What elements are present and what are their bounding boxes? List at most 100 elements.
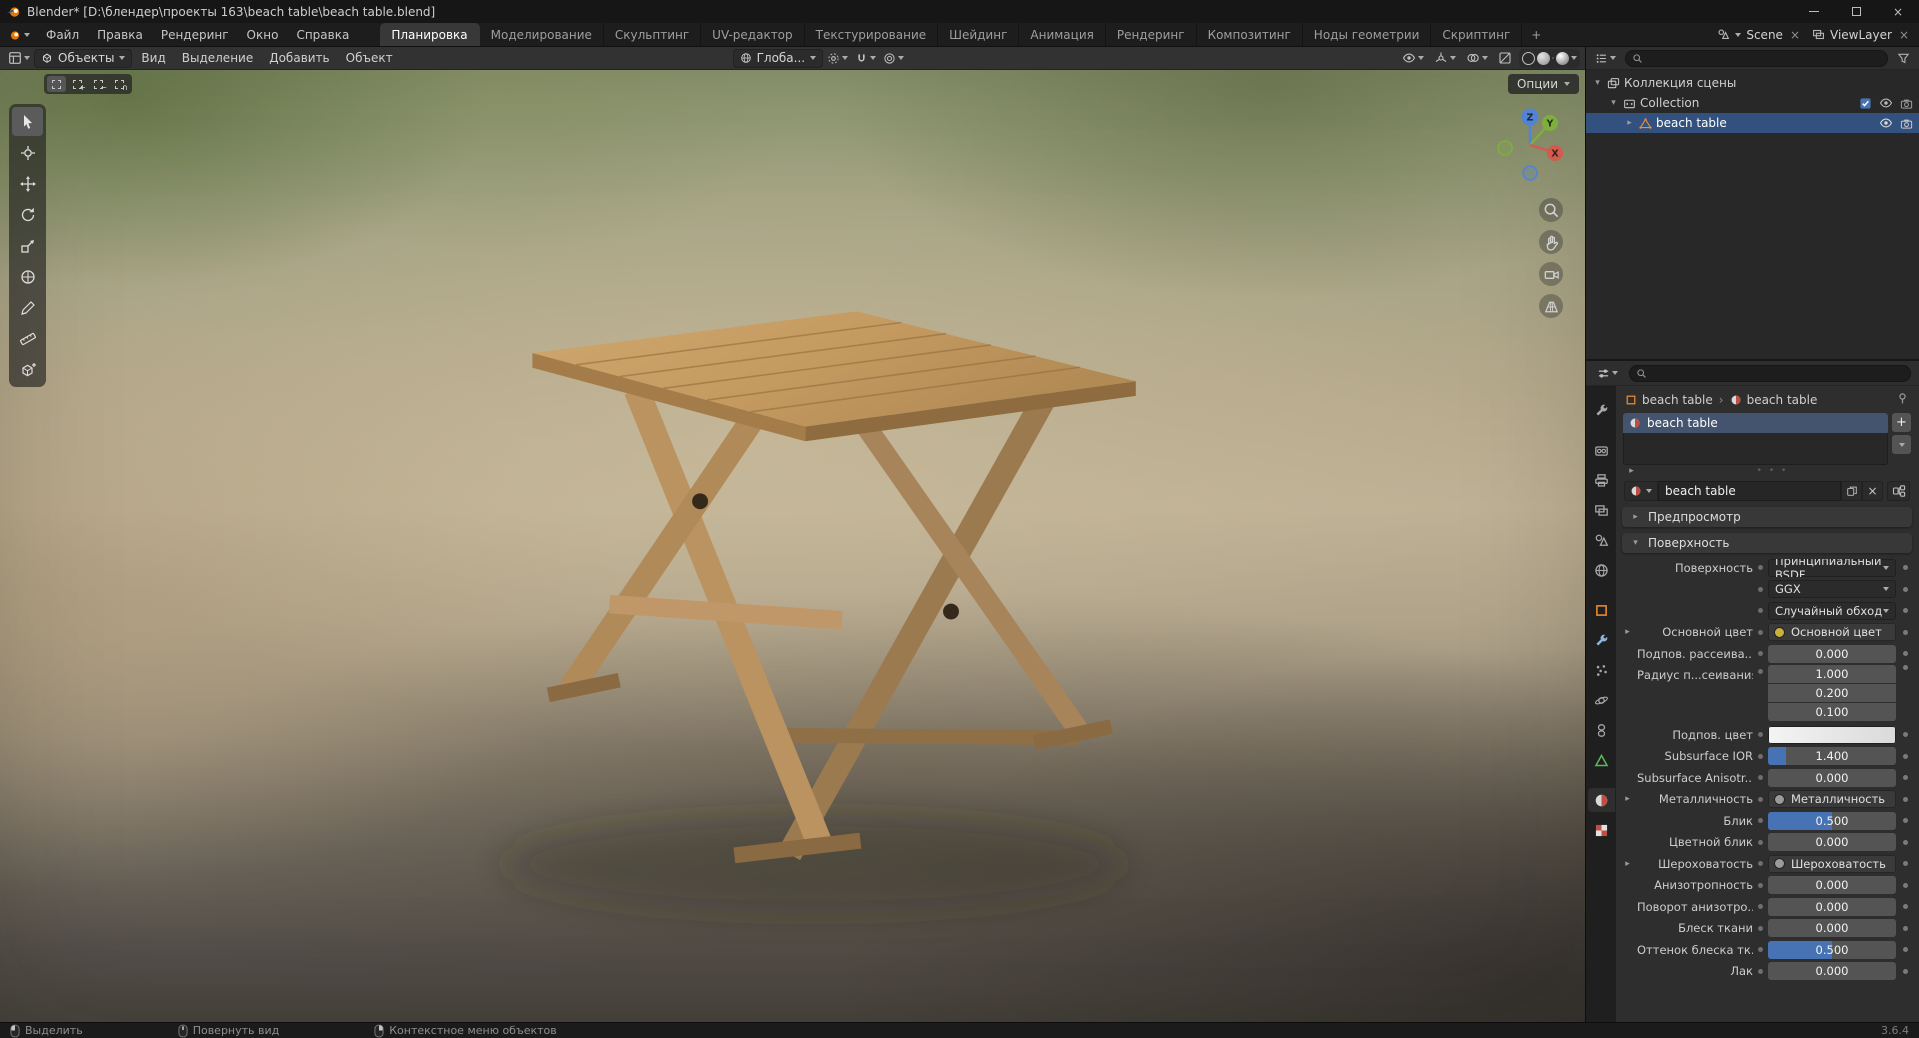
add-slot-button[interactable]: + <box>1892 413 1911 432</box>
expander-icon[interactable]: ▾ <box>1592 78 1603 88</box>
animate-decorator-icon[interactable] <box>1900 775 1910 780</box>
panel-surface[interactable]: ▾ Поверхность <box>1622 533 1912 553</box>
unlink-material-button[interactable]: × <box>1862 481 1883 501</box>
tool-add-cube[interactable] <box>12 355 43 384</box>
tool-transform[interactable] <box>12 262 43 291</box>
animate-decorator-icon[interactable] <box>1900 630 1910 635</box>
viewport-menu-0[interactable]: Вид <box>133 51 173 65</box>
tool-rotate[interactable] <box>12 200 43 229</box>
snap-button[interactable] <box>852 49 879 68</box>
number-field[interactable]: 0.000 <box>1768 876 1896 894</box>
outliner-filter-button[interactable] <box>1894 49 1913 68</box>
color-swatch[interactable] <box>1768 725 1896 744</box>
scene-selector[interactable]: Scene × <box>1717 28 1802 42</box>
tool-cursor[interactable] <box>12 138 43 167</box>
select-mode-new-button[interactable] <box>47 76 66 92</box>
properties-tab-physics[interactable] <box>1588 688 1615 712</box>
workspace-tab-0[interactable]: Планировка <box>380 23 480 46</box>
select-mode-invert-button[interactable]: ∩ <box>110 76 129 92</box>
viewport-menu-2[interactable]: Добавить <box>261 51 337 65</box>
beach-table-model[interactable] <box>0 70 1585 1022</box>
properties-tab-particles[interactable] <box>1588 658 1615 682</box>
tool-measure[interactable] <box>12 324 43 353</box>
eye-icon[interactable] <box>1879 96 1893 110</box>
properties-tab-data[interactable] <box>1588 748 1615 772</box>
socket-field[interactable]: Металличность <box>1768 790 1896 808</box>
properties-tab-material[interactable] <box>1587 788 1615 812</box>
viewport-menu-1[interactable]: Выделение <box>174 51 261 65</box>
tool-annotate[interactable] <box>12 293 43 322</box>
properties-tab-scene[interactable] <box>1588 528 1615 552</box>
expander-icon[interactable]: ▸ <box>1622 794 1633 804</box>
number-field[interactable]: 0.100 <box>1768 703 1896 721</box>
visibility-dropdown[interactable] <box>1399 49 1427 68</box>
animate-decorator-icon[interactable] <box>1900 926 1910 931</box>
properties-tab-constraints[interactable] <box>1588 718 1615 742</box>
animate-decorator-icon[interactable] <box>1900 904 1910 909</box>
select-mode-extend-button[interactable]: + <box>68 76 87 92</box>
number-field[interactable]: 0.000 <box>1768 962 1896 980</box>
outliner-editor-type-button[interactable] <box>1592 49 1619 68</box>
properties-tab-view-layer[interactable] <box>1588 498 1615 522</box>
app-menu-3[interactable]: Окно <box>238 23 288 46</box>
animate-decorator-icon[interactable] <box>1900 587 1910 592</box>
app-menu-0[interactable]: Файл <box>37 23 88 46</box>
animate-decorator-icon[interactable] <box>1900 565 1910 570</box>
expander-icon[interactable]: ▸ <box>1622 627 1633 637</box>
editor-type-button[interactable] <box>5 49 33 68</box>
slot-specials-button[interactable] <box>1892 435 1911 454</box>
shading-rendered-button[interactable] <box>1556 51 1569 65</box>
animate-decorator-icon[interactable] <box>1900 608 1910 613</box>
workspace-tab-5[interactable]: Шейдинг <box>938 23 1020 46</box>
number-field[interactable]: 0.000 <box>1768 919 1896 937</box>
gizmo-y-neg-axis[interactable] <box>1497 140 1513 156</box>
workspace-tab-8[interactable]: Композитинг <box>1197 23 1303 46</box>
animate-decorator-icon[interactable] <box>1900 840 1910 845</box>
properties-tab-output[interactable] <box>1588 468 1615 492</box>
slider-field[interactable]: 0.500 <box>1768 940 1896 959</box>
maximize-button[interactable] <box>1835 0 1877 23</box>
camera-icon[interactable] <box>1900 117 1913 130</box>
number-field[interactable]: 0.200 <box>1768 684 1896 702</box>
workspace-tab-2[interactable]: Скульптинг <box>604 23 702 46</box>
add-workspace-button[interactable]: + <box>1522 23 1550 46</box>
animate-decorator-icon[interactable] <box>1900 651 1910 656</box>
material-slot-list[interactable]: beach table <box>1623 413 1888 465</box>
outliner-row-collection[interactable]: ▾ Collection <box>1586 93 1919 113</box>
number-field[interactable]: 0.000 <box>1768 897 1896 916</box>
tool-scale[interactable] <box>12 231 43 260</box>
animate-decorator-icon[interactable] <box>1900 969 1910 974</box>
dropdown-field[interactable]: Принципиальный BSDF <box>1768 558 1896 577</box>
breadcrumb-object[interactable]: beach table <box>1625 393 1713 407</box>
proportional-edit-button[interactable] <box>880 49 907 68</box>
animate-decorator-icon[interactable] <box>1900 754 1910 759</box>
properties-editor-type-button[interactable] <box>1594 364 1621 383</box>
number-field[interactable]: 1.000 <box>1768 665 1896 683</box>
material-slot-row[interactable]: beach table <box>1623 413 1888 433</box>
viewport-menu-3[interactable]: Объект <box>338 51 401 65</box>
camera-view-button[interactable] <box>1539 262 1563 286</box>
select-mode-subtract-button[interactable]: − <box>89 76 108 92</box>
properties-search-input[interactable] <box>1629 364 1911 382</box>
socket-field[interactable]: Основной цвет <box>1768 623 1896 641</box>
slot-list-grip[interactable]: ▸ • • • <box>1618 465 1916 476</box>
animate-decorator-icon[interactable] <box>1900 947 1910 952</box>
zoom-button[interactable] <box>1539 198 1563 222</box>
material-browse-dropdown[interactable] <box>1624 481 1658 501</box>
tool-select-box[interactable] <box>12 107 43 136</box>
number-field[interactable]: 0.000 <box>1768 768 1896 787</box>
shading-wireframe-button[interactable] <box>1522 51 1535 65</box>
outliner-search-input[interactable] <box>1625 49 1888 67</box>
expander-icon[interactable]: ▾ <box>1608 98 1619 108</box>
animate-decorator-icon[interactable] <box>1900 665 1910 670</box>
gizmo-z-neg-axis[interactable] <box>1522 165 1538 181</box>
app-menu-1[interactable]: Правка <box>88 23 152 46</box>
slider-field[interactable]: 1.400 <box>1768 747 1896 765</box>
properties-tab-world[interactable] <box>1588 558 1615 582</box>
slider-field[interactable]: 0.500 <box>1768 811 1896 830</box>
workspace-tab-3[interactable]: UV-редактор <box>701 23 805 46</box>
duplicate-material-button[interactable] <box>1841 481 1862 501</box>
navigation-gizmo[interactable]: Z Y X <box>1489 104 1571 186</box>
overlays-dropdown[interactable] <box>1463 49 1491 68</box>
xray-toggle[interactable] <box>1495 49 1515 68</box>
